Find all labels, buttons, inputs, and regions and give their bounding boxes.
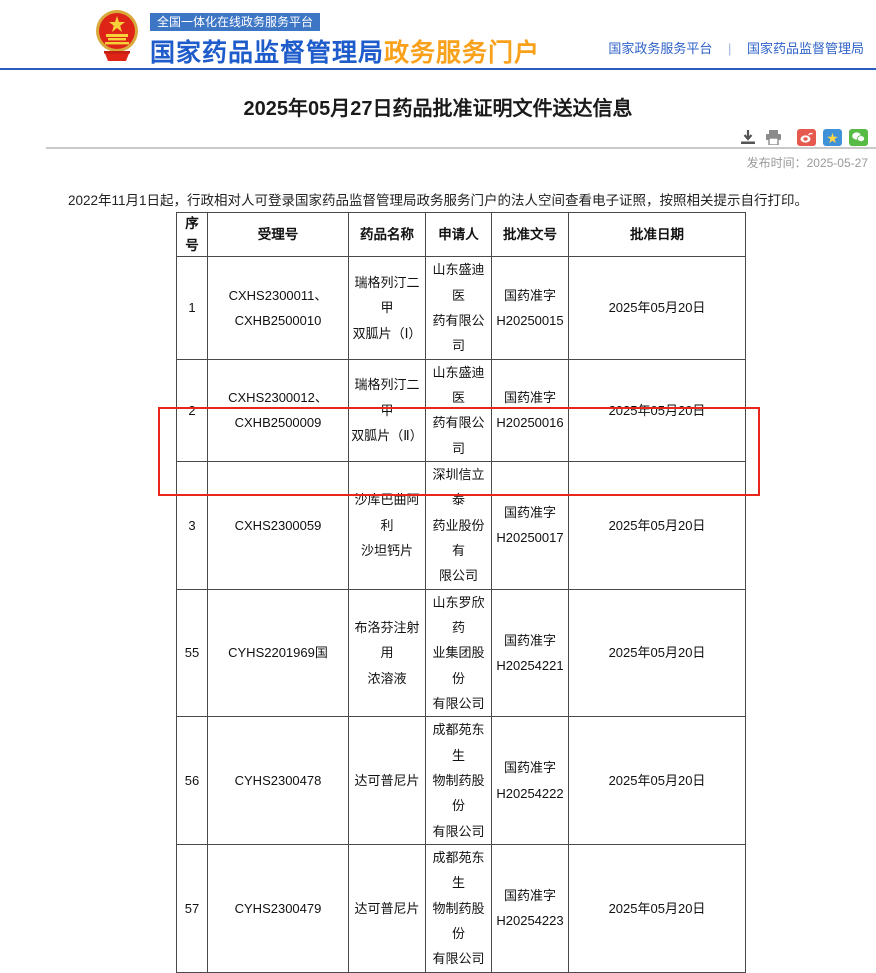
header-nav: 国家政务服务平台 | 国家药品监督管理局 [608, 38, 864, 57]
table-row: 1 CXHS2300011、 CXHB2500010 瑞格列汀二甲 双胍片（Ⅰ）… [177, 257, 746, 359]
cell-seq: 1 [177, 257, 208, 359]
page: 全国一体化在线政务服务平台 国家药品监督管理局政务服务门户 国家政务服务平台 |… [0, 0, 876, 634]
col-header-drug: 药品名称 [349, 213, 426, 257]
china-national-emblem-icon [92, 7, 142, 63]
table-row-highlighted: 55 CYHS2201969国 布洛芬注射用 浓溶液 山东罗欣药 业集团股份 有… [177, 589, 746, 717]
wechat-share-icon[interactable] [849, 129, 868, 146]
cell-applicant: 山东盛迪医 药有限公司 [426, 257, 492, 359]
cell-approval: 国药准字 H20254222 [492, 717, 569, 845]
cell-acceptance: CYHS2300479 [208, 845, 349, 973]
cell-approval: 国药准字 H20250017 [492, 461, 569, 589]
publish-time: 发布时间：2025-05-27 [747, 154, 868, 171]
table-row: 57 CYHS2300479 达可普尼片 成都苑东生 物制药股份 有限公司 国药… [177, 845, 746, 973]
divider [46, 147, 876, 149]
cell-date: 2025年05月20日 [569, 717, 746, 845]
cell-acceptance: CXHS2300059 [208, 461, 349, 589]
print-icon[interactable] [764, 129, 782, 146]
cell-drug: 沙库巴曲阿利 沙坦钙片 [349, 461, 426, 589]
cell-date: 2025年05月20日 [569, 461, 746, 589]
col-header-approval: 批准文号 [492, 213, 569, 257]
cell-seq: 2 [177, 359, 208, 461]
cell-applicant: 山东盛迪医 药有限公司 [426, 359, 492, 461]
cell-date: 2025年05月20日 [569, 359, 746, 461]
cell-date: 2025年05月20日 [569, 589, 746, 717]
qzone-share-icon[interactable]: ★ [823, 129, 842, 146]
download-icon[interactable] [739, 129, 757, 146]
col-header-acceptance: 受理号 [208, 213, 349, 257]
cell-approval: 国药准字 H20250016 [492, 359, 569, 461]
cell-drug: 瑞格列汀二甲 双胍片（Ⅱ） [349, 359, 426, 461]
nav-link-gov-service-platform[interactable]: 国家政务服务平台 [608, 41, 712, 56]
cell-approval: 国药准字 H20254221 [492, 589, 569, 717]
cell-seq: 3 [177, 461, 208, 589]
cell-applicant: 深圳信立泰 药业股份有 限公司 [426, 461, 492, 589]
toolbar: ★ [739, 129, 868, 146]
col-header-seq: 序号 [177, 213, 208, 257]
nav-link-nmpa[interactable]: 国家药品监督管理局 [747, 41, 864, 56]
cell-applicant: 山东罗欣药 业集团股份 有限公司 [426, 589, 492, 717]
platform-badge: 全国一体化在线政务服务平台 [150, 13, 320, 31]
site-title-portal: 政务服务门户 [384, 39, 540, 67]
cell-drug: 布洛芬注射用 浓溶液 [349, 589, 426, 717]
cell-acceptance: CXHS2300012、 CXHB2500009 [208, 359, 349, 461]
cell-seq: 57 [177, 845, 208, 973]
col-header-date: 批准日期 [569, 213, 746, 257]
weibo-share-icon[interactable] [797, 129, 816, 146]
table-row: 3 CXHS2300059 沙库巴曲阿利 沙坦钙片 深圳信立泰 药业股份有 限公… [177, 461, 746, 589]
cell-drug: 达可普尼片 [349, 845, 426, 973]
cell-date: 2025年05月20日 [569, 257, 746, 359]
cell-drug: 瑞格列汀二甲 双胍片（Ⅰ） [349, 257, 426, 359]
table-row: 56 CYHS2300478 达可普尼片 成都苑东生 物制药股份 有限公司 国药… [177, 717, 746, 845]
col-header-applicant: 申请人 [426, 213, 492, 257]
cell-acceptance: CYHS2300478 [208, 717, 349, 845]
site-header: 全国一体化在线政务服务平台 国家药品监督管理局政务服务门户 国家政务服务平台 |… [0, 0, 876, 70]
cell-acceptance: CXHS2300011、 CXHB2500010 [208, 257, 349, 359]
publish-time-label: 发布时间： [747, 156, 807, 170]
cell-applicant: 成都苑东生 物制药股份 有限公司 [426, 845, 492, 973]
cell-seq: 55 [177, 589, 208, 717]
site-title-agency: 国家药品监督管理局 [150, 39, 384, 67]
cell-approval: 国药准字 H20254223 [492, 845, 569, 973]
cell-applicant: 成都苑东生 物制药股份 有限公司 [426, 717, 492, 845]
table-row: 2 CXHS2300012、 CXHB2500009 瑞格列汀二甲 双胍片（Ⅱ）… [177, 359, 746, 461]
table-header-row: 序号 受理号 药品名称 申请人 批准文号 批准日期 [177, 213, 746, 257]
cell-seq: 56 [177, 717, 208, 845]
publish-time-value: 2025-05-27 [807, 156, 868, 170]
cell-acceptance: CYHS2201969国 [208, 589, 349, 717]
site-logo-text: 全国一体化在线政务服务平台 国家药品监督管理局政务服务门户 [150, 13, 540, 69]
cell-drug: 达可普尼片 [349, 717, 426, 845]
cell-date: 2025年05月20日 [569, 845, 746, 973]
site-title: 国家药品监督管理局政务服务门户 [150, 33, 540, 69]
cell-approval: 国药准字 H20250015 [492, 257, 569, 359]
notice-text: 2022年11月1日起，行政相对人可登录国家药品监督管理局政务服务门户的法人空间… [0, 189, 876, 209]
page-title: 2025年05月27日药品批准证明文件送达信息 [0, 92, 876, 121]
approval-table: 序号 受理号 药品名称 申请人 批准文号 批准日期 1 CXHS2300011、… [176, 212, 746, 973]
nav-separator: | [728, 41, 731, 56]
